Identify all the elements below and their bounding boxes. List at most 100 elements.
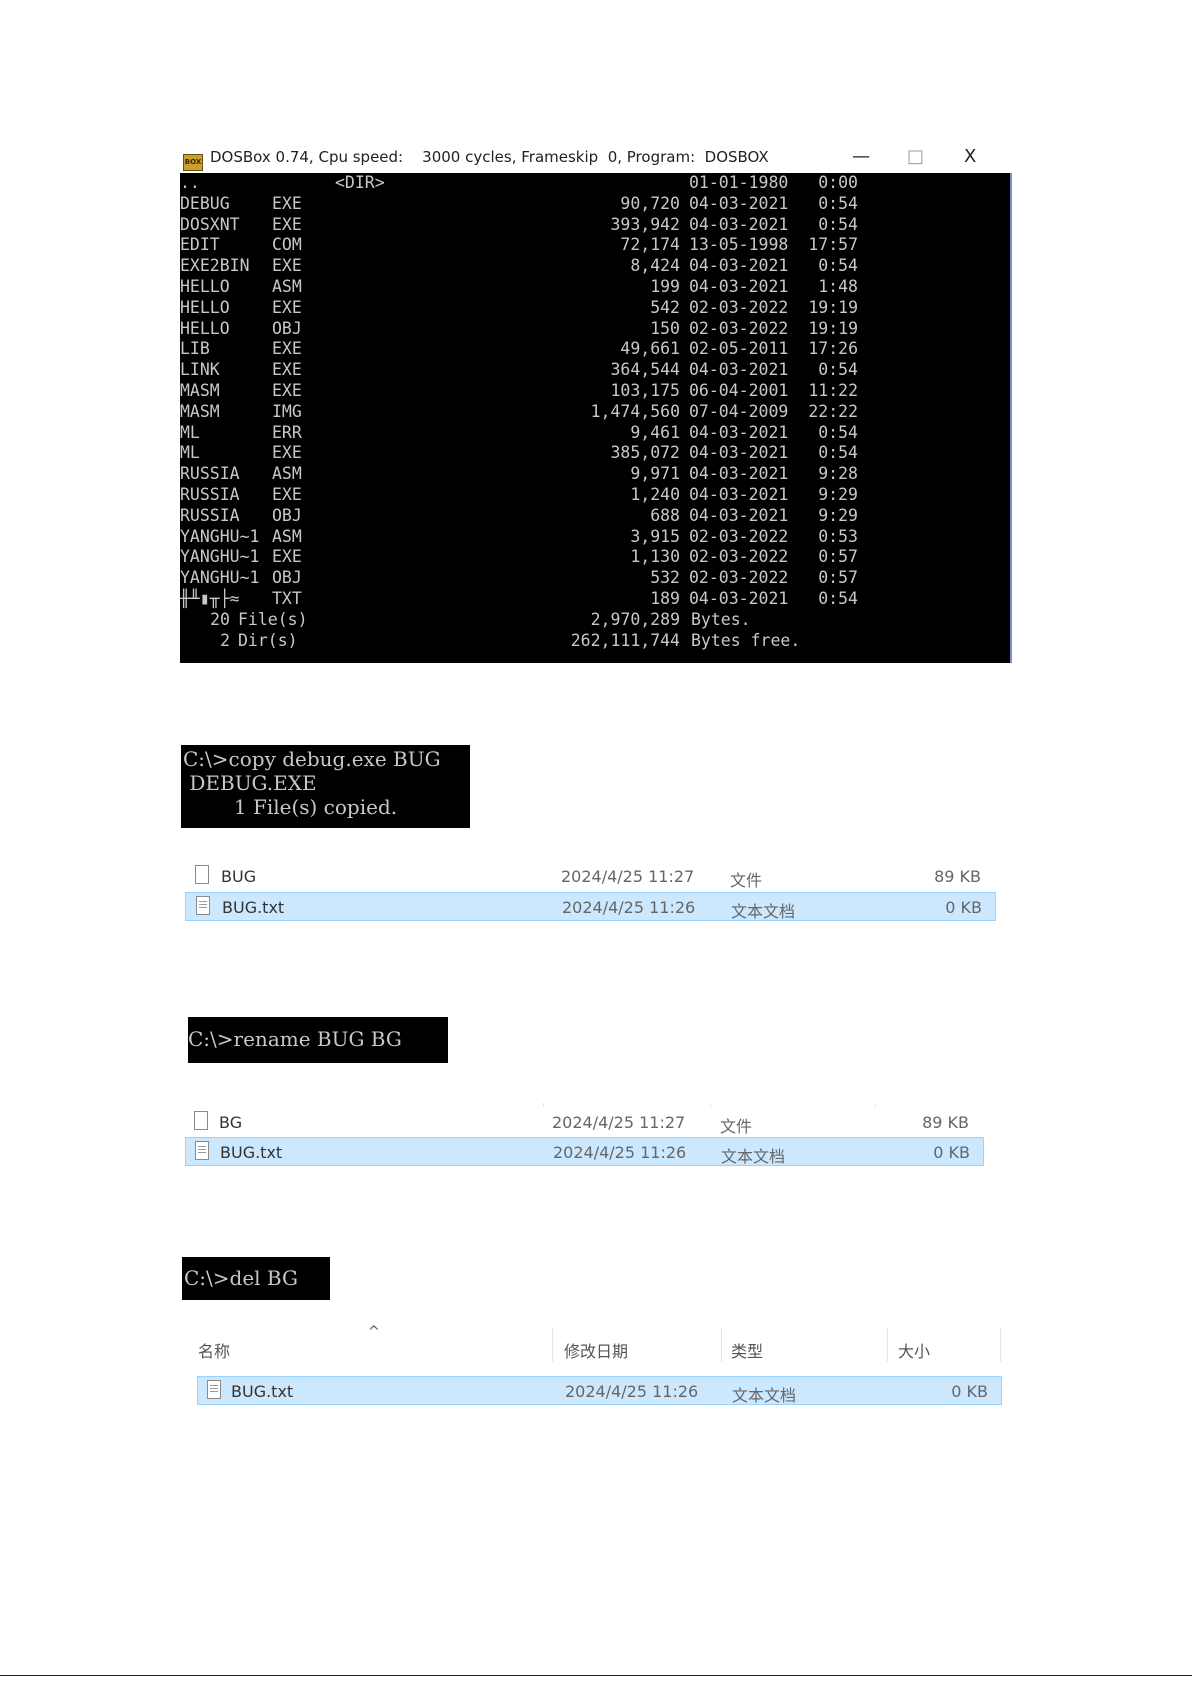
entry-ext: EXE bbox=[272, 297, 302, 317]
dir-entry: DEBUG EXE 90,720 04-03-2021 0:54 bbox=[180, 194, 1010, 215]
dir-entry: HELLO OBJ 150 02-03-2022 19:19 bbox=[180, 319, 1010, 340]
entry-size: 199 bbox=[650, 276, 680, 296]
page-bottom-rule bbox=[0, 1675, 1192, 1676]
entry-name: HELLO bbox=[180, 297, 230, 317]
dosbox-title: DOSBox 0.74, Cpu speed: 3000 cycles, Fra… bbox=[210, 148, 769, 166]
column-header-date[interactable]: 修改日期 bbox=[564, 1338, 628, 1362]
summary-files-line: 20 File(s) 2,970,289 Bytes. bbox=[180, 610, 1010, 631]
entry-ext: ASM bbox=[272, 276, 302, 296]
entry-size: 9,971 bbox=[630, 464, 680, 484]
entry-date: 04-03-2021 bbox=[689, 214, 789, 234]
entry-date: 04-03-2021 bbox=[689, 193, 789, 213]
file-row-bug-txt[interactable]: BUG.txt 2024/4/25 11:26 文本文档 0 KB bbox=[185, 892, 996, 921]
file-row-bg[interactable]: BG 2024/4/25 11:27 文件 89 KB bbox=[185, 1108, 984, 1137]
entry-size: 189 bbox=[650, 588, 680, 608]
dir-entry: RUSSIA EXE 1,240 04-03-2021 9:29 bbox=[180, 485, 1010, 506]
entry-date: 04-03-2021 bbox=[689, 443, 789, 463]
dosbox-titlebar: BOX DOSBox 0.74, Cpu speed: 3000 cycles,… bbox=[180, 140, 1010, 173]
file-name: BUG.txt bbox=[222, 898, 285, 917]
dir-entry: HELLO ASM 199 04-03-2021 1:48 bbox=[180, 277, 1010, 298]
file-row-bug-txt[interactable]: BUG.txt 2024/4/25 11:26 文本文档 0 KB bbox=[185, 1137, 984, 1166]
text-document-icon bbox=[196, 896, 210, 915]
file-size: 0 KB bbox=[945, 898, 982, 917]
entry-date: 04-03-2021 bbox=[689, 276, 789, 296]
dir-entry: YANGHU~1 ASM 3,915 02-03-2022 0:53 bbox=[180, 527, 1010, 548]
entry-ext: TXT bbox=[272, 588, 302, 608]
dir-entry: LINK EXE 364,544 04-03-2021 0:54 bbox=[180, 360, 1010, 381]
dir-parent-entry: .. <DIR> 01-01-1980 0:00 bbox=[180, 173, 1010, 194]
dir-entry: YANGHU~1 OBJ 532 02-03-2022 0:57 bbox=[180, 568, 1010, 589]
dir-entry: ╫╨▮╥├≈ TXT 189 04-03-2021 0:54 bbox=[180, 589, 1010, 610]
console-rename: C:\>rename BUG BG bbox=[188, 1017, 448, 1063]
file-size: 0 KB bbox=[933, 1143, 970, 1162]
entry-name: EXE2BIN bbox=[180, 256, 250, 276]
entry-size: 542 bbox=[650, 297, 680, 317]
file-row-bug-txt[interactable]: BUG.txt 2024/4/25 11:26 文本文档 0 KB bbox=[197, 1376, 1002, 1405]
column-header-size[interactable]: 大小 bbox=[898, 1338, 930, 1362]
dir-listing: DEBUG EXE 90,720 04-03-2021 0:54 DOSXNT EXE 393… bbox=[180, 194, 1010, 610]
entry-name: YANGHU~1 bbox=[180, 547, 260, 567]
entry-name: LINK bbox=[180, 360, 220, 380]
file-date: 2024/4/25 11:26 bbox=[565, 1382, 699, 1401]
entry-dir-tag: <DIR> bbox=[335, 173, 385, 192]
close-button[interactable]: X bbox=[964, 146, 976, 167]
entry-ext: EXE bbox=[272, 547, 302, 567]
maximize-button[interactable]: □ bbox=[907, 146, 924, 167]
entry-size: 49,661 bbox=[620, 339, 680, 359]
entry-size: 72,174 bbox=[620, 235, 680, 255]
entry-ext: COM bbox=[272, 235, 302, 255]
entry-ext: EXE bbox=[272, 214, 302, 234]
console-copy-command: C:\>copy debug.exe BUG bbox=[183, 747, 441, 771]
entry-ext: OBJ bbox=[272, 568, 302, 588]
entry-time: 22:22 bbox=[808, 401, 858, 421]
console-copy-result: 1 File(s) copied. bbox=[183, 795, 398, 819]
entry-time: 17:26 bbox=[808, 339, 858, 359]
entry-time: 0:57 bbox=[818, 547, 858, 567]
files-count: 20 bbox=[210, 609, 230, 629]
entry-date: 02-03-2022 bbox=[689, 547, 789, 567]
entry-time: 17:57 bbox=[808, 235, 858, 255]
dir-entry: MASM IMG 1,474,560 07-04-2009 22:22 bbox=[180, 402, 1010, 423]
dir-entry: RUSSIA ASM 9,971 04-03-2021 9:28 bbox=[180, 464, 1010, 485]
column-divider[interactable] bbox=[721, 1328, 722, 1362]
dir-entry: EXE2BIN EXE 8,424 04-03-2021 0:54 bbox=[180, 256, 1010, 277]
dir-entry: EDIT COM 72,174 13-05-1998 17:57 bbox=[180, 235, 1010, 256]
entry-ext: OBJ bbox=[272, 318, 302, 338]
column-divider bbox=[710, 1103, 711, 1107]
entry-size: 1,474,560 bbox=[590, 401, 680, 421]
entry-name: DEBUG bbox=[180, 193, 230, 213]
file-icon bbox=[195, 865, 209, 884]
file-type: 文本文档 bbox=[732, 1386, 797, 1405]
entry-size: 688 bbox=[650, 505, 680, 525]
entry-name: LIB bbox=[180, 339, 210, 359]
entry-ext: EXE bbox=[272, 484, 302, 504]
column-header-name[interactable]: 名称 bbox=[198, 1338, 230, 1362]
entry-date: 02-03-2022 bbox=[689, 526, 789, 546]
entry-time: 0:54 bbox=[818, 588, 858, 608]
entry-size: 1,130 bbox=[630, 547, 680, 567]
file-name: BG bbox=[219, 1113, 243, 1132]
column-divider[interactable] bbox=[887, 1328, 888, 1362]
minimize-button[interactable]: — bbox=[852, 146, 870, 167]
entry-size: 103,175 bbox=[610, 380, 680, 400]
column-divider bbox=[875, 1103, 876, 1107]
file-explorer-list-2: BG 2024/4/25 11:27 文件 89 KB BUG.txt 2024… bbox=[183, 1103, 986, 1167]
entry-size: 3,915 bbox=[630, 526, 680, 546]
column-divider[interactable] bbox=[552, 1328, 553, 1362]
dosbox-app-icon: BOX bbox=[183, 154, 203, 171]
entry-name: ML bbox=[180, 422, 200, 442]
entry-ext: ASM bbox=[272, 526, 302, 546]
entry-time: 0:54 bbox=[818, 422, 858, 442]
file-row-bug[interactable]: BUG 2024/4/25 11:27 文件 89 KB bbox=[185, 862, 996, 891]
dir-entry: YANGHU~1 EXE 1,130 02-03-2022 0:57 bbox=[180, 547, 1010, 568]
column-header-type[interactable]: 类型 bbox=[731, 1338, 763, 1362]
console-del-command: C:\>del BG bbox=[184, 1266, 298, 1290]
entry-time: 9:28 bbox=[818, 464, 858, 484]
files-bytes: 2,970,289 bbox=[590, 609, 680, 629]
dir-entry: ML ERR 9,461 04-03-2021 0:54 bbox=[180, 423, 1010, 444]
column-divider[interactable] bbox=[1000, 1328, 1001, 1362]
entry-time: 0:54 bbox=[818, 193, 858, 213]
entry-time: 0:57 bbox=[818, 568, 858, 588]
file-type: 文本文档 bbox=[731, 902, 796, 921]
entry-name: DOSXNT bbox=[180, 214, 240, 234]
